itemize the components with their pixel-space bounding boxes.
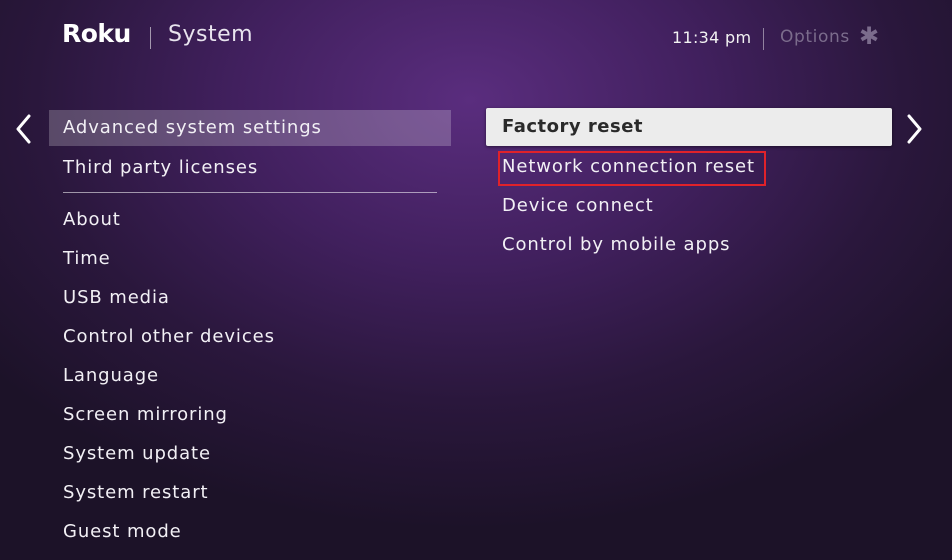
clock-time: 11:34 pm: [672, 28, 752, 47]
menu-item-advanced-system-settings[interactable]: Advanced system settings: [49, 110, 451, 146]
header-divider-right: [763, 28, 764, 50]
roku-logo: Roku: [62, 19, 131, 48]
submenu-item-factory-reset[interactable]: Factory reset: [486, 108, 892, 146]
header-divider: [150, 27, 151, 49]
header-bar: Roku System 11:34 pm Options ✱: [0, 0, 952, 80]
menu-item-time[interactable]: Time: [49, 241, 451, 277]
page-title: System: [168, 22, 254, 47]
menu-item-language[interactable]: Language: [49, 358, 451, 394]
options-label[interactable]: Options: [780, 27, 850, 47]
chevron-right-icon[interactable]: [903, 112, 927, 146]
menu-item-about[interactable]: About: [49, 202, 451, 238]
menu-item-screen-mirroring[interactable]: Screen mirroring: [49, 397, 451, 433]
menu-item-control-other-devices[interactable]: Control other devices: [49, 319, 451, 355]
chevron-left-icon[interactable]: [12, 112, 36, 146]
submenu-item-control-by-mobile-apps[interactable]: Control by mobile apps: [486, 226, 892, 264]
submenu-item-device-connect[interactable]: Device connect: [486, 187, 892, 225]
network-reset-highlight-box: [498, 151, 766, 186]
menu-item-usb-media[interactable]: USB media: [49, 280, 451, 316]
options-star-icon[interactable]: ✱: [859, 24, 879, 48]
menu-item-system-restart[interactable]: System restart: [49, 475, 451, 511]
menu-divider: [63, 192, 437, 193]
menu-item-third-party-licenses[interactable]: Third party licenses: [49, 150, 451, 186]
menu-item-guest-mode[interactable]: Guest mode: [49, 514, 451, 550]
menu-item-system-update[interactable]: System update: [49, 436, 451, 472]
